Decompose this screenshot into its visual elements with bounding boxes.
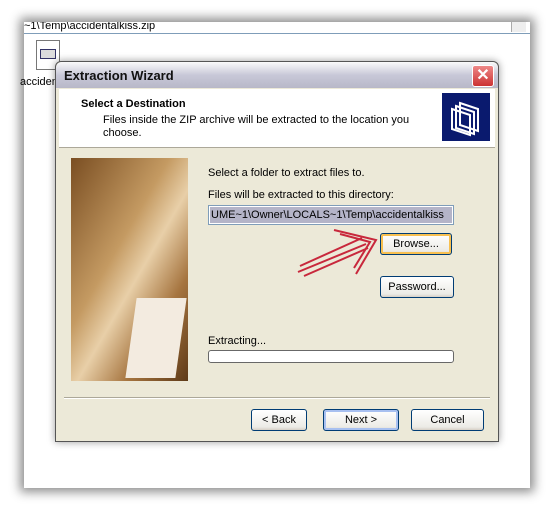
- extracting-label: Extracting...: [208, 335, 267, 347]
- browse-button[interactable]: Browse...: [380, 233, 452, 255]
- password-button[interactable]: Password...: [380, 276, 454, 298]
- select-folder-label: Select a folder to extract files to.: [208, 167, 365, 179]
- address-dropdown-button[interactable]: [511, 22, 526, 32]
- header-description: Files inside the ZIP archive will be ext…: [103, 114, 410, 139]
- wizard-image: [71, 158, 188, 381]
- cancel-button[interactable]: Cancel: [411, 409, 484, 431]
- wizard-header: Select a Destination Files inside the ZI…: [59, 89, 495, 148]
- dialog-title: Extraction Wizard: [64, 68, 174, 83]
- divider: [64, 397, 490, 399]
- address-bar[interactable]: ~1\Temp\accidentalkiss.zip: [24, 22, 530, 34]
- extraction-wizard-dialog: Extraction Wizard ✕ Select a Destination…: [55, 61, 499, 442]
- directory-input[interactable]: [210, 207, 452, 223]
- title-bar[interactable]: Extraction Wizard ✕: [56, 62, 498, 88]
- close-button[interactable]: ✕: [472, 65, 494, 87]
- directory-label: Files will be extracted to this director…: [208, 189, 394, 201]
- folders-icon: [442, 93, 490, 141]
- header-title: Select a Destination: [81, 98, 186, 110]
- next-button[interactable]: Next >: [323, 409, 399, 431]
- annotation-arrow-icon: [297, 229, 378, 277]
- progress-bar: [208, 350, 454, 363]
- back-button[interactable]: < Back: [251, 409, 307, 431]
